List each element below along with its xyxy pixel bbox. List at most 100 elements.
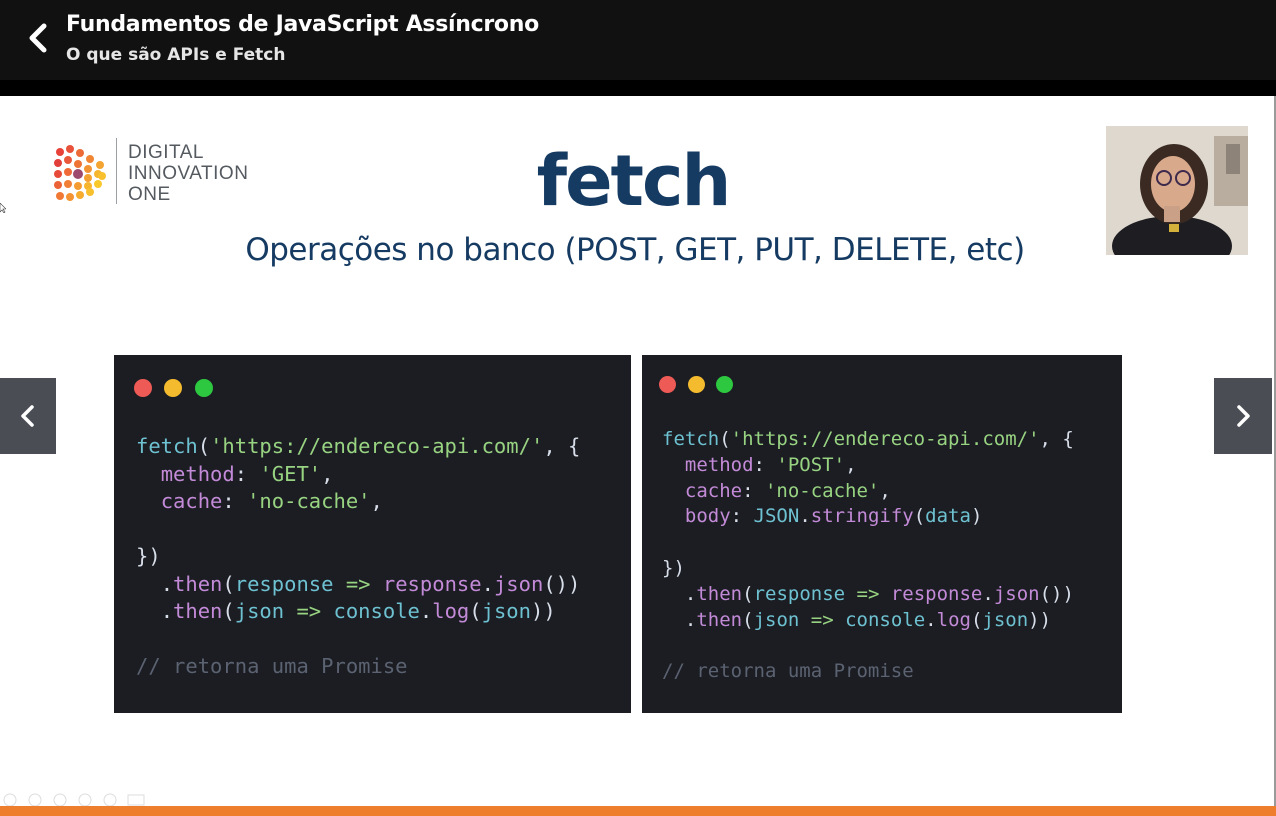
code-token: response	[234, 571, 334, 596]
code-token: (	[970, 608, 983, 631]
window-minimize-dot	[164, 379, 182, 397]
code-token: ())	[1039, 582, 1074, 605]
code-token: :	[234, 461, 260, 486]
code-token: then	[173, 599, 223, 623]
mouse-cursor-icon	[0, 203, 6, 213]
top-bar: Fundamentos de JavaScript Assíncrono O q…	[0, 0, 1276, 80]
lesson-title: O que são APIs e Fetch	[66, 45, 286, 65]
code-token: 'no-cache'	[764, 479, 880, 502]
code-token: 'no-cache'	[247, 489, 371, 513]
video-top-border	[0, 80, 1276, 96]
window-maximize-dot	[195, 379, 213, 397]
code-token: =>	[284, 599, 334, 623]
code-token: (	[742, 582, 754, 605]
code-token: json	[481, 599, 531, 623]
code-token: log	[936, 608, 971, 631]
code-comment: // retorna uma Promise	[136, 654, 408, 678]
code-comment: // retorna uma Promise	[662, 660, 914, 683]
code-token: body	[684, 505, 731, 528]
chevron-right-icon	[1237, 405, 1250, 427]
code-token: 'POST'	[776, 453, 846, 476]
code-token: =>	[333, 571, 383, 596]
code-token: (	[742, 608, 754, 631]
window-close-dot	[659, 376, 676, 393]
code-token: ))	[531, 599, 556, 623]
code-token: 'GET'	[259, 461, 322, 486]
code-token: )	[970, 505, 983, 528]
code-token: response	[753, 582, 846, 605]
code-panel-get: fetch('https://endereco-api.com/', { met…	[114, 355, 631, 713]
code-token: data	[925, 505, 971, 528]
window-maximize-dot	[716, 376, 733, 393]
code-token: response	[890, 582, 983, 605]
code-token: log	[432, 599, 470, 623]
slide-title: fetch	[536, 140, 732, 222]
code-token: (	[222, 571, 235, 596]
code-panel-post: fetch('https://endereco-api.com/', { met…	[642, 355, 1122, 713]
chevron-left-icon	[21, 405, 34, 427]
code-token: .	[799, 505, 811, 528]
code-token: then	[173, 571, 223, 596]
window-minimize-dot	[688, 376, 705, 393]
code-token: console	[845, 608, 926, 631]
code-token: ())	[543, 571, 581, 596]
code-block-get: fetch('https://endereco-api.com/', { met…	[136, 433, 580, 681]
code-token: method	[160, 461, 235, 486]
code-token: ,	[845, 453, 857, 476]
code-token: ,	[321, 461, 334, 486]
code-block-post: fetch('https://endereco-api.com/', { met…	[662, 427, 1074, 685]
code-token: ,	[370, 489, 383, 513]
code-token: .	[419, 599, 433, 623]
code-token: , {	[1039, 428, 1074, 450]
next-slide-button[interactable]	[1214, 378, 1272, 454]
code-token: json	[982, 608, 1029, 631]
code-token: then	[696, 608, 743, 631]
code-token: :	[753, 453, 777, 476]
code-token: fetch	[662, 428, 720, 450]
code-token: JSON	[753, 505, 800, 528]
code-token: .	[684, 582, 697, 605]
code-token: json	[993, 582, 1040, 605]
code-token: json	[234, 599, 285, 623]
code-token: :	[222, 489, 248, 513]
code-token: ))	[1028, 608, 1052, 631]
code-token: :	[742, 479, 765, 502]
code-token: :	[730, 505, 754, 528]
code-token: .	[925, 608, 937, 631]
code-token: })	[136, 544, 161, 568]
window-close-dot	[134, 379, 152, 397]
code-token: (	[222, 599, 235, 623]
code-token: })	[662, 556, 685, 579]
player-controls-faint	[3, 793, 145, 807]
code-token: method	[684, 453, 754, 476]
code-token: .	[160, 599, 174, 623]
code-token: (	[197, 434, 211, 458]
code-token: cache	[684, 479, 743, 502]
code-token: .	[684, 608, 697, 631]
code-token: then	[696, 582, 743, 605]
code-token: fetch	[136, 434, 198, 458]
previous-slide-button[interactable]	[0, 378, 56, 454]
presenter-webcam	[1106, 126, 1248, 255]
code-token: cache	[160, 489, 223, 513]
code-token: .	[481, 571, 494, 596]
course-title: Fundamentos de JavaScript Assíncrono	[66, 12, 539, 37]
code-token: json	[753, 608, 800, 631]
code-token: response	[382, 571, 482, 596]
slide-subtitle: Operações no banco (POST, GET, PUT, DELE…	[245, 232, 1025, 268]
back-button[interactable]	[18, 18, 58, 58]
code-token: .	[160, 571, 174, 596]
code-token: , {	[543, 434, 581, 458]
code-token: (	[469, 599, 482, 623]
code-token: .	[982, 582, 994, 605]
code-token: 'https://endereco-api.com/'	[730, 428, 1040, 450]
code-token: console	[333, 599, 420, 623]
code-token: 'https://endereco-api.com/'	[210, 434, 544, 458]
chevron-left-icon	[29, 23, 47, 53]
code-token: (	[719, 428, 731, 450]
code-token: =>	[799, 608, 846, 631]
code-token: stringify	[810, 505, 914, 528]
code-token: =>	[845, 582, 891, 605]
video-progress-bar[interactable]	[0, 806, 1276, 816]
code-token: (	[913, 505, 926, 528]
